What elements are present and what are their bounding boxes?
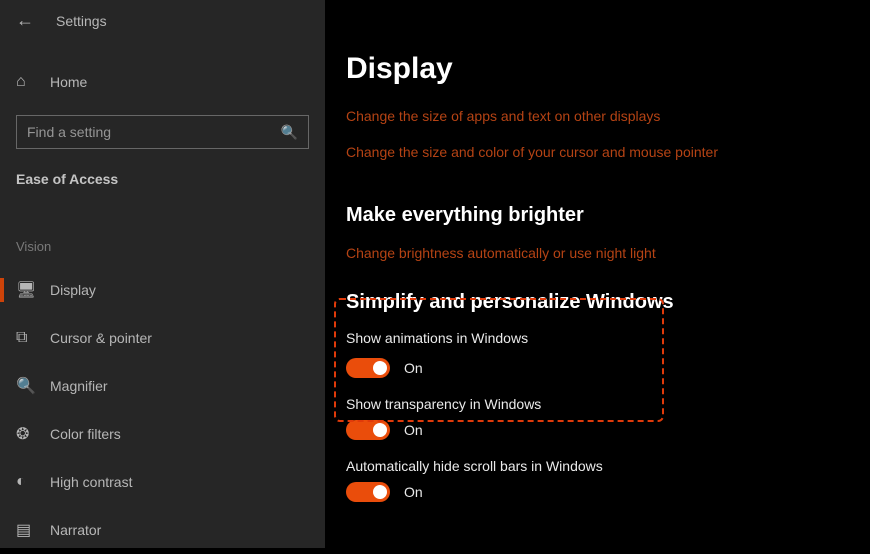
toggle-transparency-row: On (346, 420, 826, 440)
sidebar-item-display[interactable]: 🖥 Display (0, 266, 325, 314)
search-input[interactable] (27, 124, 281, 140)
back-arrow-icon[interactable]: ← (16, 10, 36, 31)
sidebar-item-color-filters[interactable]: ❂ Color filters (0, 410, 325, 458)
label-animations: Show animations in Windows (346, 330, 826, 346)
category-title: Ease of Access (0, 149, 325, 187)
sidebar-item-high-contrast[interactable]: ◐ High contrast (0, 458, 325, 506)
sidebar-item-label: Display (50, 282, 96, 298)
sidebar-item-label: Magnifier (50, 378, 108, 394)
magnifier-icon: 🔍 (16, 376, 40, 396)
sidebar-item-label: High contrast (50, 474, 132, 490)
content-area: Display Change the size of apps and text… (346, 0, 870, 548)
sidebar-item-label: Cursor & pointer (50, 330, 152, 346)
home-label: Home (50, 74, 87, 90)
toggle-knob-icon (373, 361, 387, 375)
sidebar-item-magnifier[interactable]: 🔍 Magnifier (0, 362, 325, 410)
toggle-animations[interactable] (346, 358, 390, 378)
search-icon: 🔍 (281, 124, 298, 141)
link-cursor-color[interactable]: Change the size and color of your cursor… (346, 144, 826, 160)
label-scrollbars: Automatically hide scroll bars in Window… (346, 458, 826, 474)
search-box[interactable]: 🔍 (16, 115, 309, 149)
toggle-knob-icon (373, 423, 387, 437)
cursor-icon: ⧉ (16, 329, 40, 347)
toggle-animations-row: On (346, 358, 826, 378)
toggle-animations-state: On (404, 360, 423, 376)
narrator-icon: ▤ (16, 520, 40, 540)
sidebar-item-cursor[interactable]: ⧉ Cursor & pointer (0, 314, 325, 362)
toggle-transparency[interactable] (346, 420, 390, 440)
color-filters-icon: ❂ (16, 424, 40, 444)
link-app-size[interactable]: Change the size of apps and text on othe… (346, 108, 826, 124)
sidebar-top: ← Settings (0, 0, 325, 41)
high-contrast-icon: ◐ (16, 473, 40, 491)
page-title: Settings (56, 13, 107, 29)
subcategory-title: Vision (0, 187, 325, 266)
heading-display: Display (346, 52, 826, 86)
heading-brightness: Make everything brighter (346, 204, 826, 227)
heading-simplify: Simplify and personalize Windows (346, 291, 826, 314)
label-transparency: Show transparency in Windows (346, 396, 826, 412)
sidebar-item-label: Color filters (50, 426, 121, 442)
display-icon: 🖥 (16, 280, 40, 300)
toggle-knob-icon (373, 485, 387, 499)
toggle-scrollbars[interactable] (346, 482, 390, 502)
sidebar-item-narrator[interactable]: ▤ Narrator (0, 506, 325, 554)
sidebar-home[interactable]: ⌂ Home (0, 59, 325, 105)
sidebar-item-label: Narrator (50, 522, 101, 538)
toggle-scrollbars-state: On (404, 484, 423, 500)
home-icon: ⌂ (16, 73, 40, 91)
toggle-scrollbars-row: On (346, 482, 826, 502)
toggle-transparency-state: On (404, 422, 423, 438)
settings-sidebar: ← Settings ⌂ Home 🔍 Ease of Access Visio… (0, 0, 325, 548)
link-brightness[interactable]: Change brightness automatically or use n… (346, 245, 826, 261)
